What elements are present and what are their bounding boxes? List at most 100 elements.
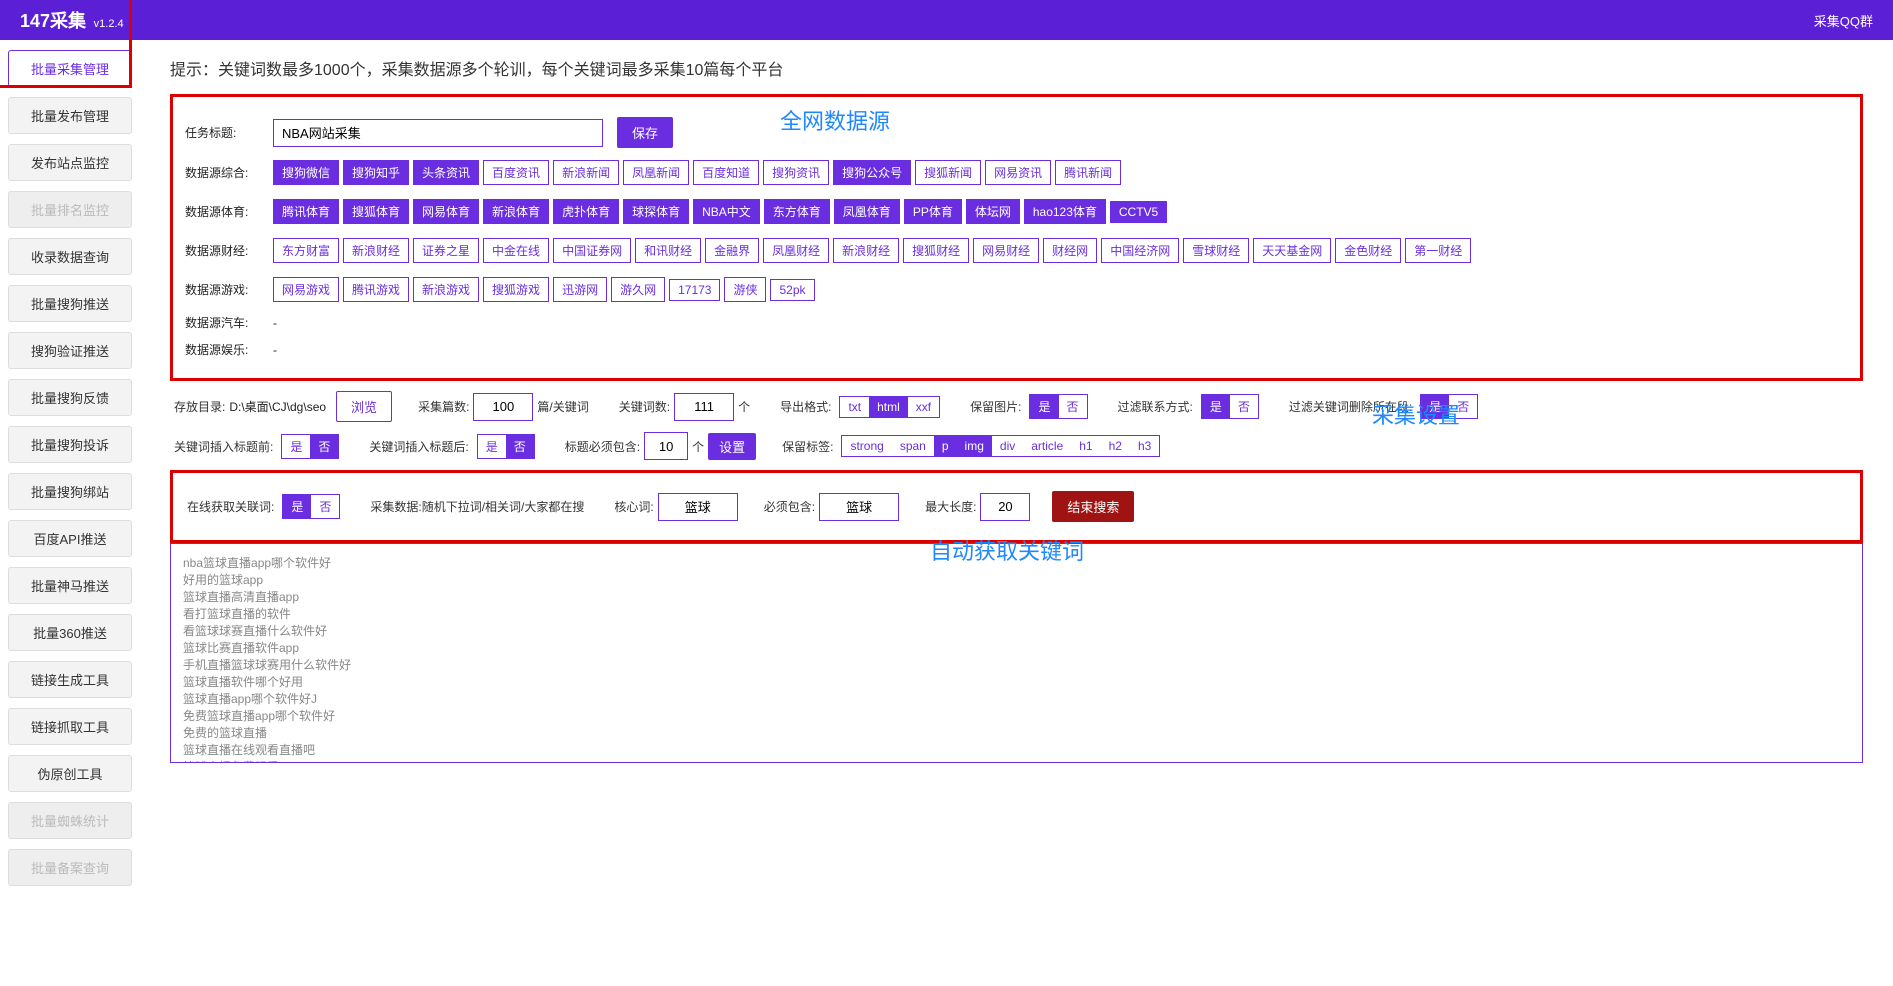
source-tag[interactable]: 搜狗知乎 <box>343 160 409 185</box>
source-tag[interactable]: PP体育 <box>904 199 962 224</box>
filter-contact-opt[interactable]: 否 <box>1230 395 1258 418</box>
source-tag[interactable]: NBA中文 <box>693 199 760 224</box>
source-tag[interactable]: 游久网 <box>611 277 665 302</box>
source-tag[interactable]: 东方财富 <box>273 238 339 263</box>
sidebar-item[interactable]: 链接生成工具 <box>8 661 132 698</box>
filter-kw-pos-opt[interactable]: 否 <box>1449 395 1477 418</box>
source-tag[interactable]: 腾讯体育 <box>273 199 339 224</box>
value-input[interactable] <box>980 493 1030 521</box>
source-tag[interactable]: 搜狗公众号 <box>833 160 911 185</box>
filter-kw-pos-opt[interactable]: 是 <box>1421 395 1449 418</box>
source-tag[interactable]: hao123体育 <box>1024 199 1106 224</box>
source-tag[interactable]: 新浪新闻 <box>553 160 619 185</box>
end-search-button[interactable]: 结束搜索 <box>1052 491 1134 522</box>
keep-tags-opt[interactable]: p <box>934 436 957 456</box>
sidebar-item[interactable]: 百度API推送 <box>8 520 132 557</box>
source-tag[interactable]: 腾讯游戏 <box>343 277 409 302</box>
source-tag[interactable]: 财经网 <box>1043 238 1097 263</box>
source-tag[interactable]: 新浪财经 <box>343 238 409 263</box>
value-input[interactable] <box>473 393 533 421</box>
qq-group-link[interactable]: 采集QQ群 <box>1814 11 1873 30</box>
source-tag[interactable]: 搜狐游戏 <box>483 277 549 302</box>
source-tag[interactable]: 网易财经 <box>973 238 1039 263</box>
sidebar-item[interactable]: 批量搜狗投诉 <box>8 426 132 463</box>
insert-before-opt[interactable]: 是 <box>282 435 310 458</box>
source-tag[interactable]: CCTV5 <box>1110 201 1167 223</box>
online-kw-toggle-opt[interactable]: 是 <box>283 495 311 518</box>
source-tag[interactable]: 搜狐体育 <box>343 199 409 224</box>
keep-tags-opt[interactable]: div <box>992 436 1023 456</box>
value-input[interactable] <box>658 493 738 521</box>
browse-button[interactable]: 浏览 <box>336 391 392 422</box>
source-tag[interactable]: 百度资讯 <box>483 160 549 185</box>
source-tag[interactable]: 网易资讯 <box>985 160 1051 185</box>
sidebar-item[interactable]: 链接抓取工具 <box>8 708 132 745</box>
value-input[interactable] <box>674 393 734 421</box>
insert-before-opt[interactable]: 否 <box>310 435 338 458</box>
source-tag[interactable]: 迅游网 <box>553 277 607 302</box>
source-tag[interactable]: 新浪财经 <box>833 238 899 263</box>
keep-tags-opt[interactable]: h2 <box>1101 436 1130 456</box>
online-kw-toggle-opt[interactable]: 否 <box>311 495 339 518</box>
sidebar-item[interactable]: 批量神马推送 <box>8 567 132 604</box>
export-format-opt[interactable]: xxf <box>908 397 939 417</box>
export-format-opt[interactable]: html <box>869 397 908 417</box>
export-format-opt[interactable]: txt <box>840 397 869 417</box>
source-tag[interactable]: 搜狐财经 <box>903 238 969 263</box>
sidebar-item[interactable]: 收录数据查询 <box>8 238 132 275</box>
source-tag[interactable]: 体坛网 <box>966 199 1020 224</box>
source-tag[interactable]: 凤凰财经 <box>763 238 829 263</box>
source-tag[interactable]: 百度知道 <box>693 160 759 185</box>
keep-tags-opt[interactable]: strong <box>842 436 891 456</box>
source-tag[interactable]: 东方体育 <box>764 199 830 224</box>
source-tag[interactable]: 搜狗微信 <box>273 160 339 185</box>
save-button[interactable]: 保存 <box>617 117 673 148</box>
keep-tags-opt[interactable]: span <box>892 436 934 456</box>
sidebar-item[interactable]: 批量搜狗推送 <box>8 285 132 322</box>
task-title-input[interactable] <box>273 119 603 147</box>
source-tag[interactable]: 搜狗资讯 <box>763 160 829 185</box>
sidebar-item[interactable]: 批量360推送 <box>8 614 132 651</box>
sidebar-item[interactable]: 批量采集管理 <box>8 50 132 87</box>
source-tag[interactable]: 凤凰新闻 <box>623 160 689 185</box>
source-tag[interactable]: 新浪游戏 <box>413 277 479 302</box>
source-tag[interactable]: 腾讯新闻 <box>1055 160 1121 185</box>
filter-contact-opt[interactable]: 是 <box>1202 395 1230 418</box>
insert-after-opt[interactable]: 否 <box>506 435 534 458</box>
keep-tags-opt[interactable]: h1 <box>1071 436 1100 456</box>
source-tag[interactable]: 中国经济网 <box>1101 238 1179 263</box>
source-tag[interactable]: 虎扑体育 <box>553 199 619 224</box>
source-tag[interactable]: 金融界 <box>705 238 759 263</box>
sidebar-item[interactable]: 搜狗验证推送 <box>8 332 132 369</box>
source-tag[interactable]: 天天基金网 <box>1253 238 1331 263</box>
source-tag[interactable]: 17173 <box>669 279 720 301</box>
source-tag[interactable]: 和讯财经 <box>635 238 701 263</box>
value-input[interactable] <box>644 432 688 460</box>
source-tag[interactable]: 52pk <box>770 279 814 301</box>
source-tag[interactable]: 新浪体育 <box>483 199 549 224</box>
source-tag[interactable]: 球探体育 <box>623 199 689 224</box>
source-tag[interactable]: 雪球财经 <box>1183 238 1249 263</box>
keyword-textarea[interactable] <box>170 543 1863 763</box>
sidebar-item[interactable]: 批量搜狗反馈 <box>8 379 132 416</box>
keep-tags-opt[interactable]: h3 <box>1130 436 1159 456</box>
sidebar-item[interactable]: 批量发布管理 <box>8 97 132 134</box>
source-tag[interactable]: 游侠 <box>724 277 766 302</box>
keep-img-opt[interactable]: 否 <box>1059 395 1087 418</box>
source-tag[interactable]: 中金在线 <box>483 238 549 263</box>
keep-tags-opt[interactable]: article <box>1023 436 1071 456</box>
title-contain-set-button[interactable]: 设置 <box>708 433 756 460</box>
sidebar-item[interactable]: 发布站点监控 <box>8 144 132 181</box>
source-tag[interactable]: 网易体育 <box>413 199 479 224</box>
source-tag[interactable]: 搜狐新闻 <box>915 160 981 185</box>
source-tag[interactable]: 金色财经 <box>1335 238 1401 263</box>
keep-tags-opt[interactable]: img <box>957 436 992 456</box>
insert-after-opt[interactable]: 是 <box>478 435 506 458</box>
value-input[interactable] <box>819 493 899 521</box>
source-tag[interactable]: 网易游戏 <box>273 277 339 302</box>
source-tag[interactable]: 证券之星 <box>413 238 479 263</box>
source-tag[interactable]: 第一财经 <box>1405 238 1471 263</box>
source-tag[interactable]: 头条资讯 <box>413 160 479 185</box>
sidebar-item[interactable]: 伪原创工具 <box>8 755 132 792</box>
source-tag[interactable]: 中国证券网 <box>553 238 631 263</box>
